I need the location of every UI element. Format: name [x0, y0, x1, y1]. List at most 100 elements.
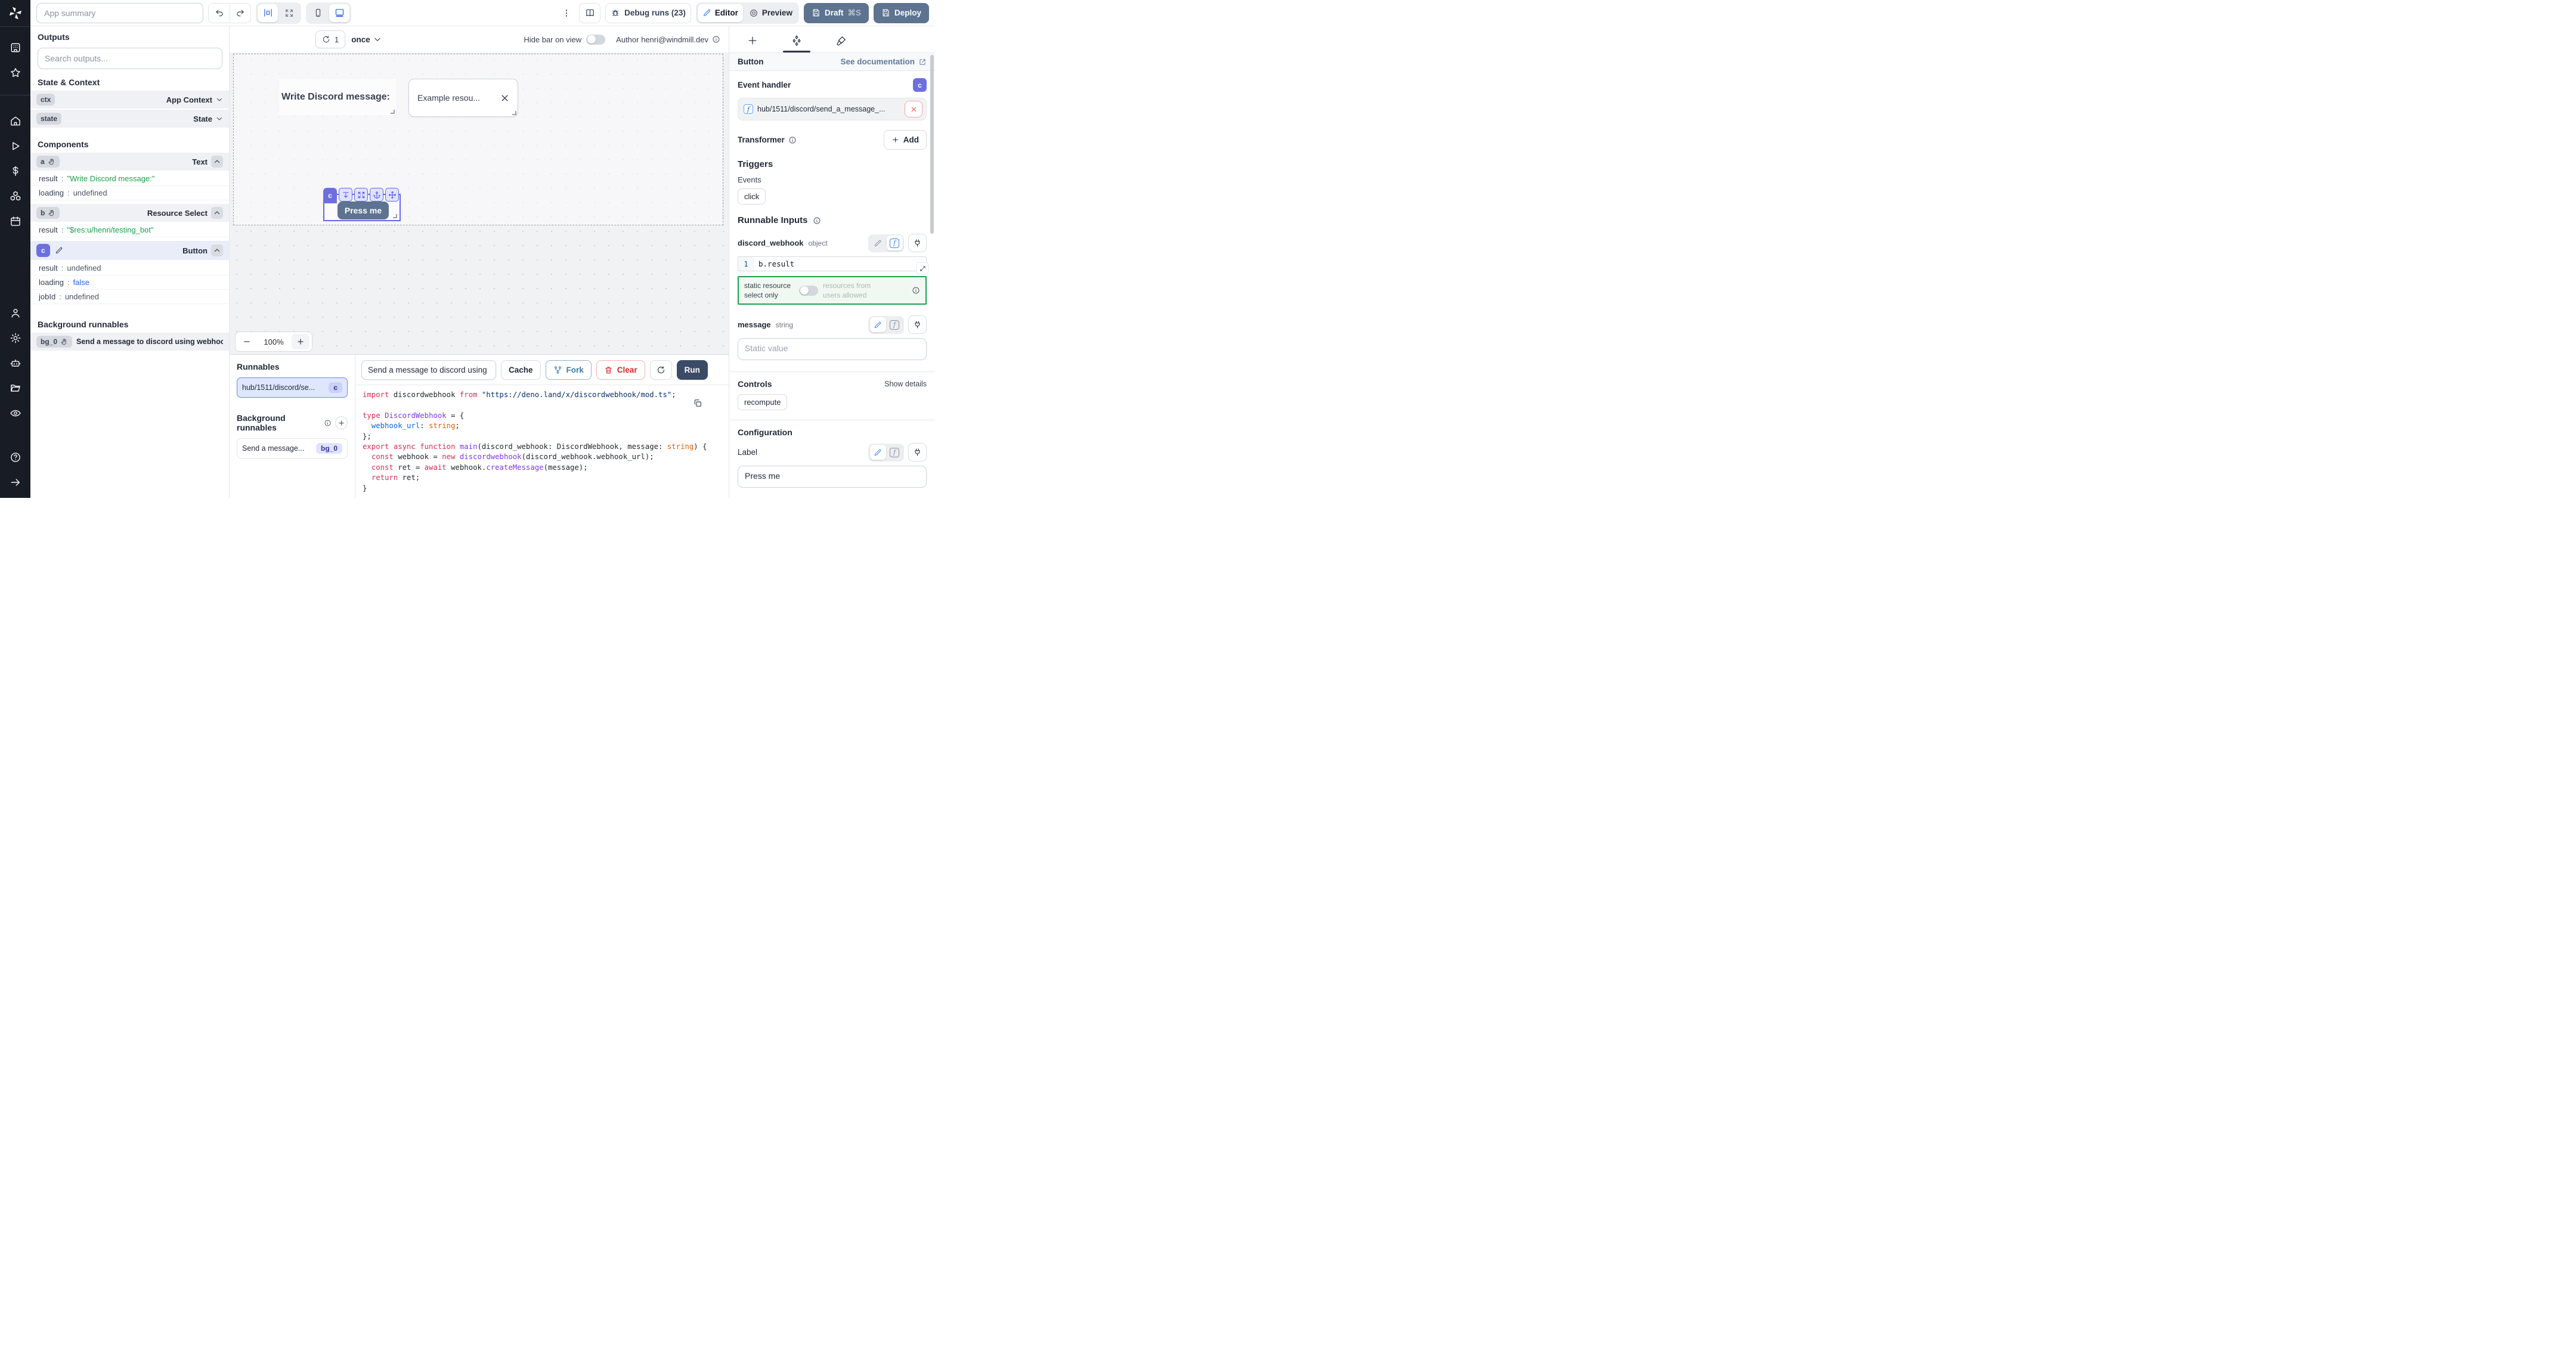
connect-plug-button[interactable] — [908, 234, 927, 252]
see-documentation-link[interactable]: See documentation — [840, 57, 927, 66]
zoom-in-button[interactable] — [292, 334, 309, 349]
refresh-count-button[interactable]: 1 — [315, 30, 345, 48]
debug-runs-button[interactable]: Debug runs (23) — [605, 3, 691, 23]
static-mode-pencil-button[interactable] — [870, 236, 886, 250]
tab-insert-component[interactable] — [739, 29, 766, 52]
text-component[interactable]: Write Discord message: — [279, 79, 396, 115]
cache-button[interactable]: Cache — [501, 360, 541, 380]
app-canvas-area[interactable]: Write Discord message: Example resou... … — [230, 52, 729, 354]
eval-mode-function-button[interactable]: f — [887, 236, 903, 250]
label-value-input[interactable]: Press me — [738, 466, 927, 488]
run-button[interactable]: Run — [677, 360, 708, 380]
tab-editor[interactable]: Editor — [698, 4, 743, 22]
app-canvas-bounds[interactable]: Write Discord message: Example resou... … — [233, 54, 723, 225]
collapse-b-button[interactable] — [211, 207, 223, 219]
workers-robot-icon[interactable] — [10, 357, 21, 369]
resources-cubes-icon[interactable] — [10, 190, 21, 202]
chevron-down-icon[interactable] — [216, 115, 223, 122]
collapse-arrow-icon[interactable] — [10, 476, 21, 488]
clear-button[interactable]: Clear — [596, 360, 645, 380]
desktop-view-toggle[interactable] — [329, 4, 349, 22]
center-align-toggle[interactable] — [258, 4, 278, 22]
app-summary-input[interactable] — [36, 3, 203, 23]
variables-dollar-icon[interactable] — [10, 165, 21, 177]
bg-runnable-item[interactable]: Send a message... bg_0 — [237, 438, 348, 459]
mobile-view-toggle[interactable] — [308, 4, 328, 22]
move-button[interactable] — [385, 188, 399, 202]
recompute-chip[interactable]: recompute — [738, 394, 787, 410]
component-row-b[interactable]: b Resource Select — [30, 204, 229, 222]
event-handler-row[interactable]: f hub/1511/discord/send_a_message_... — [738, 98, 927, 120]
refresh-code-button[interactable] — [650, 360, 672, 380]
home-icon[interactable] — [10, 115, 21, 127]
background-runnable-row[interactable]: bg_0 Send a message to discord using web… — [30, 333, 229, 351]
draft-button[interactable]: Draft ⌘S — [804, 3, 869, 23]
hand-pointer-icon — [60, 338, 68, 346]
static-mode-pencil-button[interactable] — [870, 445, 886, 460]
redo-button[interactable] — [230, 3, 251, 23]
deploy-button[interactable]: Deploy — [874, 3, 929, 23]
help-icon[interactable] — [10, 451, 21, 463]
schedules-calendar-icon[interactable] — [10, 215, 21, 227]
expression-editor[interactable]: 1 b.result — [738, 256, 927, 271]
add-transformer-button[interactable]: Add — [884, 130, 927, 150]
output-row-state[interactable]: state State — [30, 110, 229, 128]
undo-button[interactable] — [208, 3, 230, 23]
docs-book-button[interactable] — [579, 3, 600, 23]
expand-editor-button[interactable] — [917, 262, 928, 274]
output-row-ctx[interactable]: ctx App Context — [30, 91, 229, 109]
add-bg-runnable-button[interactable] — [335, 416, 348, 429]
eval-mode-function-button[interactable]: f — [887, 317, 903, 332]
eval-mode-function-button[interactable]: f — [887, 445, 903, 460]
runnable-item-selected[interactable]: hub/1511/discord/se... c — [237, 377, 348, 398]
resource-select-component[interactable]: Example resou... — [408, 79, 518, 117]
fill-height-button[interactable] — [339, 188, 352, 202]
user-icon[interactable] — [10, 307, 21, 319]
chevron-down-icon[interactable] — [216, 96, 223, 103]
schedule-select[interactable]: once — [351, 35, 382, 44]
message-static-value-input[interactable] — [738, 338, 927, 360]
settings-gear-icon[interactable] — [10, 332, 21, 344]
runs-play-icon[interactable] — [10, 140, 21, 152]
selected-component-outline[interactable]: c Press me — [323, 194, 401, 221]
resize-corner-icon[interactable] — [393, 214, 397, 218]
zoom-out-button[interactable] — [238, 334, 256, 349]
component-row-c-selected[interactable]: c Button — [30, 241, 229, 260]
collapse-a-button[interactable] — [211, 156, 223, 168]
anchor-button[interactable] — [370, 188, 383, 202]
windmill-logo[interactable] — [0, 0, 30, 26]
fork-label: Fork — [566, 366, 584, 374]
event-click-chip[interactable]: click — [738, 188, 766, 205]
fork-button[interactable]: Fork — [546, 360, 592, 380]
audit-eye-icon[interactable] — [10, 407, 21, 419]
workspace-icon[interactable] — [10, 42, 21, 54]
show-details-link[interactable]: Show details — [884, 380, 927, 388]
hide-bar-toggle[interactable] — [586, 35, 605, 45]
static-mode-pencil-button[interactable] — [870, 317, 886, 332]
folders-icon[interactable] — [10, 382, 21, 394]
info-icon[interactable] — [712, 35, 720, 44]
connect-plug-button[interactable] — [908, 315, 927, 334]
fullscreen-toggle[interactable] — [279, 4, 299, 22]
press-me-button[interactable]: Press me — [338, 202, 389, 219]
tab-preview[interactable]: Preview — [744, 4, 797, 22]
component-row-a[interactable]: a Text — [30, 153, 229, 171]
connect-plug-button[interactable] — [908, 443, 927, 462]
pencil-icon[interactable] — [55, 246, 63, 255]
remove-handler-button[interactable] — [905, 101, 922, 117]
resize-corner-icon[interactable] — [391, 110, 395, 114]
expand-button[interactable] — [354, 188, 368, 202]
resize-corner-icon[interactable] — [512, 111, 516, 115]
script-name-input[interactable] — [361, 360, 496, 380]
copy-icon[interactable] — [693, 398, 702, 408]
more-menu-kebab[interactable] — [559, 8, 574, 18]
favorites-star-icon[interactable] — [10, 67, 21, 79]
code-editor[interactable]: import discordwebhook from "https://deno… — [355, 385, 729, 498]
right-panel-scrollbar[interactable] — [930, 55, 934, 234]
tab-styling-brush[interactable] — [827, 29, 854, 52]
static-resource-toggle[interactable] — [799, 286, 818, 296]
tab-component-settings[interactable] — [783, 29, 810, 52]
clear-x-icon[interactable] — [500, 94, 509, 103]
search-outputs-input[interactable] — [38, 48, 222, 69]
collapse-c-button[interactable] — [211, 244, 223, 256]
